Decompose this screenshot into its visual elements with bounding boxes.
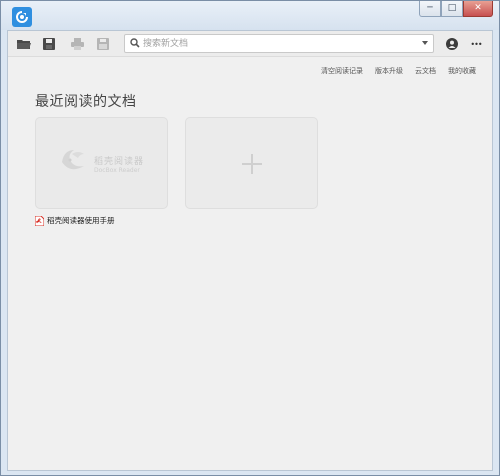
save-icon[interactable] <box>41 36 57 52</box>
search-input[interactable] <box>143 36 413 51</box>
search-dropdown-icon[interactable] <box>422 41 428 45</box>
clear-history-link[interactable]: 清空阅读记录 <box>321 66 363 76</box>
more-icon[interactable]: ••• <box>467 36 485 52</box>
page-title: 最近阅读的文档 <box>35 94 137 110</box>
open-folder-icon[interactable] <box>16 36 32 52</box>
app-logo-icon <box>12 7 32 27</box>
account-icon[interactable] <box>444 36 460 52</box>
brand-subtitle: DocBox Reader <box>94 167 140 174</box>
my-favorites-link[interactable]: 我的收藏 <box>448 66 476 76</box>
top-links: 清空阅读记录 版本升级 云文档 我的收藏 <box>321 66 476 76</box>
maximize-button[interactable]: □ <box>441 1 463 17</box>
brand-name: 稻壳阅读器 <box>94 157 145 167</box>
title-bar: ─ □ ✕ <box>1 1 499 30</box>
version-upgrade-link[interactable]: 版本升级 <box>375 66 403 76</box>
close-button[interactable]: ✕ <box>463 1 493 17</box>
search-box[interactable] <box>124 34 434 53</box>
minimize-button[interactable]: ─ <box>419 1 441 17</box>
print-icon[interactable] <box>69 36 85 52</box>
docbox-logo-icon <box>62 150 84 170</box>
app-window: ─ □ ✕ 搜索新文档 ••• 清空阅读记录 版本升级 云文档 我的收藏 最近阅… <box>0 0 500 476</box>
toolbar: ••• <box>8 31 492 57</box>
pdf-icon <box>35 215 44 226</box>
recent-file-name[interactable]: 稻壳阅读器使用手册 <box>47 215 115 226</box>
add-document-card[interactable] <box>185 117 318 209</box>
recent-doc-card[interactable]: 稻壳阅读器 DocBox Reader <box>35 117 168 209</box>
main-content: ••• 清空阅读记录 版本升级 云文档 我的收藏 最近阅读的文档 稻壳阅读器 D… <box>7 30 493 471</box>
cloud-docs-link[interactable]: 云文档 <box>415 66 436 76</box>
search-icon <box>130 38 140 48</box>
recent-file-item[interactable]: 稻壳阅读器使用手册 <box>35 215 115 226</box>
save-as-icon[interactable] <box>95 36 111 52</box>
